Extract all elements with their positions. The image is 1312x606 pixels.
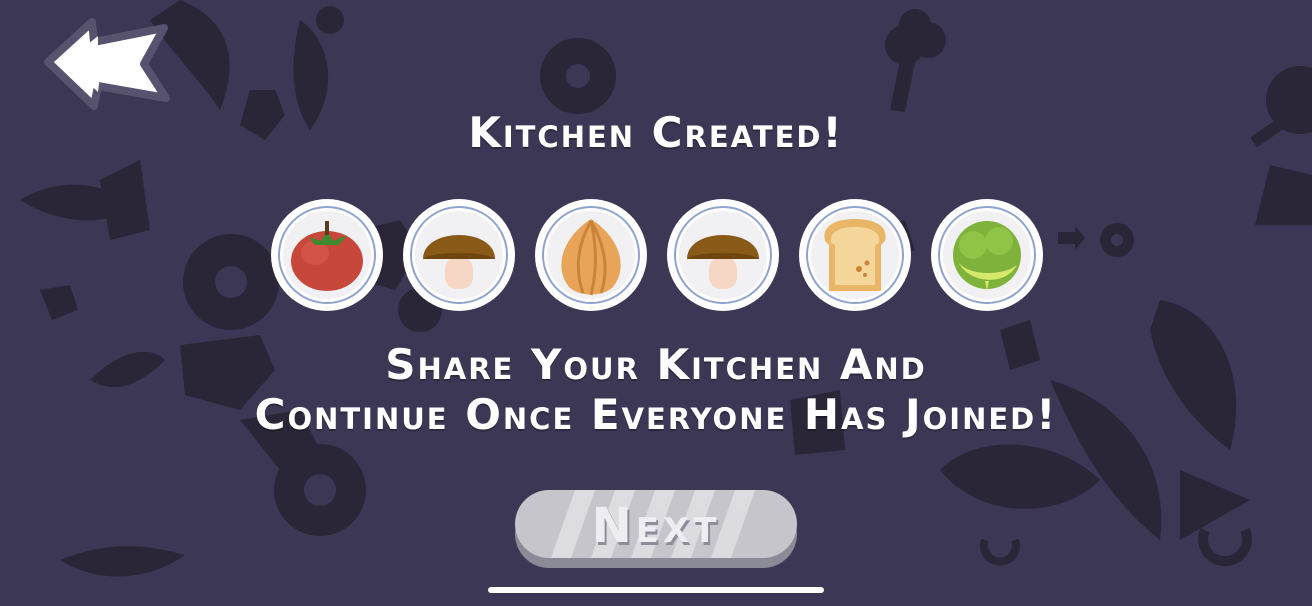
arrow-silhouette — [1058, 226, 1085, 250]
next-button-face: Next — [515, 490, 797, 558]
next-button-label: Next — [591, 498, 721, 554]
home-indicator[interactable] — [488, 587, 824, 593]
plate-mushroom — [665, 197, 781, 313]
share-message-line1: Share Your Kitchen And — [385, 340, 927, 389]
back-arrow-icon — [44, 18, 170, 110]
plate-lettuce — [929, 197, 1045, 313]
back-button[interactable] — [36, 14, 176, 110]
broccoli-silhouette — [885, 9, 946, 112]
ring-silhouette — [980, 527, 1252, 567]
next-button[interactable]: Next — [515, 490, 797, 568]
share-message: Share Your Kitchen And Continue Once Eve… — [0, 340, 1312, 440]
page-title: Kitchen Created! — [468, 108, 844, 157]
plate-mushroom — [401, 197, 517, 313]
bread-icon — [824, 219, 886, 291]
plate-onion — [533, 197, 649, 313]
kitchen-code-plates — [269, 197, 1045, 313]
share-message-line2: Continue Once Everyone Has Joined! — [254, 390, 1058, 439]
plate-bread — [797, 197, 913, 313]
plate-tomato — [269, 197, 385, 313]
cheese-silhouette — [1255, 165, 1312, 225]
